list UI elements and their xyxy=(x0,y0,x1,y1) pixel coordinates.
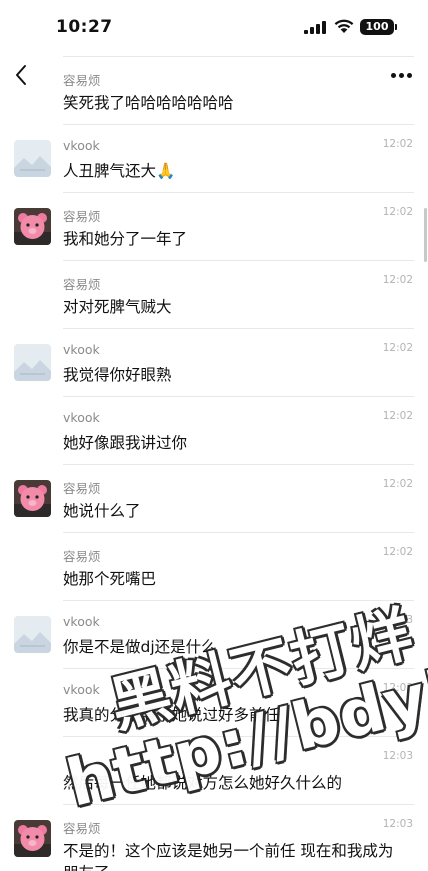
message-time: 12:02 xyxy=(382,206,413,218)
status-bar: 10:27 100 xyxy=(0,0,428,56)
message-row[interactable]: 容易烦 12:03 不是的！这个应该是她另一个前任 现在和我成为朋友了 xyxy=(0,804,428,871)
message-sender[interactable]: vkook xyxy=(63,614,100,629)
message-row[interactable]: 容易烦 12:02 对对死脾气贼大 xyxy=(0,260,428,328)
message-divider xyxy=(63,192,414,193)
message-time: 12:02 xyxy=(382,274,413,286)
message-text: 她好像跟我讲过你 xyxy=(63,434,188,452)
message-sender[interactable]: vkook xyxy=(63,410,100,425)
message-time: 12:02 xyxy=(382,478,413,490)
message-row[interactable]: vkook 12:02 我觉得你好眼熟 xyxy=(0,328,428,396)
avatar-pink-bear[interactable] xyxy=(14,820,51,857)
avatar-landscape[interactable] xyxy=(14,140,51,177)
message-time: 12:02 xyxy=(382,342,413,354)
message-divider xyxy=(63,600,414,601)
avatar-landscape[interactable] xyxy=(14,344,51,381)
message-divider xyxy=(63,260,414,261)
message-text: 对对死脾气贼大 xyxy=(63,298,172,316)
message-row[interactable]: vkook 12:03 你是不是做dj还是什么 xyxy=(0,600,428,668)
message-divider xyxy=(63,328,414,329)
scrollbar-thumb[interactable] xyxy=(424,208,427,262)
cellular-signal-icon xyxy=(304,21,328,34)
message-text: 我觉得你好眼熟 xyxy=(63,366,172,384)
message-list[interactable]: 容易烦 笑死我了哈哈哈哈哈哈哈 vkook 12:02 人丑脾气还大🙏 容易烦 12:02 我… xyxy=(0,56,428,871)
avatar-landscape[interactable] xyxy=(14,616,51,653)
message-divider xyxy=(63,804,414,805)
message-text: 我和她分了一年了 xyxy=(63,230,188,248)
message-text: 然后每一任她都说对方怎么她好久什么的 xyxy=(63,774,343,792)
message-time: 12:02 xyxy=(382,138,413,150)
message-text: 她说什么了 xyxy=(63,502,141,520)
message-divider xyxy=(63,396,414,397)
message-time: 12:02 xyxy=(382,410,413,422)
message-sender[interactable]: 容易烦 xyxy=(63,206,101,225)
wifi-icon xyxy=(334,19,354,33)
message-sender[interactable]: vkook xyxy=(63,138,100,153)
message-time: 12:03 xyxy=(382,750,413,762)
message-row[interactable]: 容易烦 12:02 她那个死嘴巴 xyxy=(0,532,428,600)
message-row[interactable]: vkook 12:02 人丑脾气还大🙏 xyxy=(0,124,428,192)
message-text: 你是不是做dj还是什么 xyxy=(63,638,217,656)
message-sender[interactable]: 容易烦 xyxy=(63,818,101,837)
message-divider xyxy=(63,124,414,125)
status-time: 10:27 xyxy=(56,17,113,37)
message-divider xyxy=(63,668,414,669)
message-time: 12:03 xyxy=(382,818,413,830)
avatar-pink-bear[interactable] xyxy=(14,208,51,245)
message-divider xyxy=(63,736,414,737)
message-sender[interactable]: 容易烦 xyxy=(63,274,101,293)
message-row[interactable]: vkook 12:02 她好像跟我讲过你 xyxy=(0,396,428,464)
message-row[interactable]: vkook 12:03 我真的分不清了她说过好多前任 xyxy=(0,668,428,736)
message-text: 我真的分不清了她说过好多前任 xyxy=(63,706,281,724)
message-text: 她那个死嘴巴 xyxy=(63,570,157,588)
message-time: 12:03 xyxy=(382,682,413,694)
message-sender[interactable]: 容易烦 xyxy=(63,546,101,565)
message-divider xyxy=(63,532,414,533)
message-row[interactable]: 容易烦 12:02 她说什么了 xyxy=(0,464,428,532)
message-sender[interactable]: vkook xyxy=(63,682,100,697)
message-divider xyxy=(63,464,414,465)
message-time: 12:02 xyxy=(382,546,413,558)
message-sender[interactable]: 容易烦 xyxy=(63,70,101,89)
message-text: 不是的！这个应该是她另一个前任 现在和我成为朋友了 xyxy=(63,842,394,871)
message-time: 12:03 xyxy=(382,614,413,626)
message-sender[interactable]: 容易烦 xyxy=(63,478,101,497)
message-sender[interactable]: vkook xyxy=(63,342,100,357)
battery-icon: 100 xyxy=(360,19,394,35)
message-text: 笑死我了哈哈哈哈哈哈哈 xyxy=(63,94,234,112)
message-text: 人丑脾气还大🙏 xyxy=(63,162,176,180)
message-row[interactable]: 容易烦 12:02 我和她分了一年了 xyxy=(0,192,428,260)
message-row[interactable]: 12:03 然后每一任她都说对方怎么她好久什么的 xyxy=(0,736,428,804)
avatar-pink-bear[interactable] xyxy=(14,480,51,517)
message-divider xyxy=(63,56,414,57)
message-row[interactable]: 容易烦笑死我了哈哈哈哈哈哈哈 xyxy=(0,56,428,124)
battery-tip xyxy=(395,24,397,30)
